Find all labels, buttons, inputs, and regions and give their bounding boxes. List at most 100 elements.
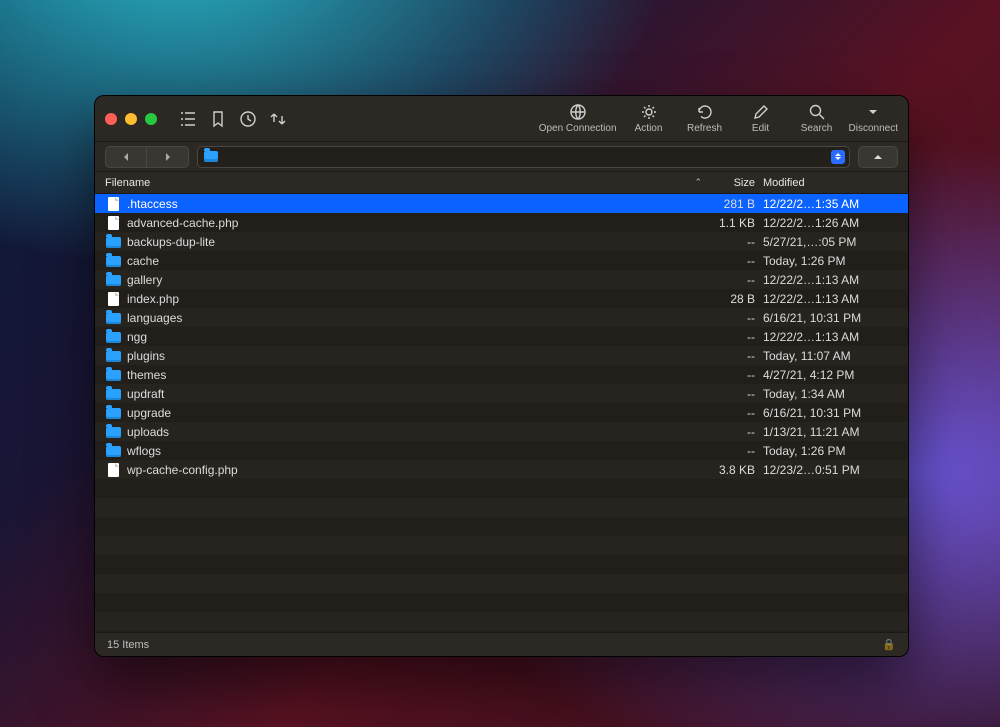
empty-row xyxy=(95,612,908,631)
file-name: languages xyxy=(127,311,708,325)
file-icon xyxy=(105,215,121,231)
folder-icon xyxy=(105,348,121,364)
window-controls xyxy=(105,113,157,125)
file-size: -- xyxy=(708,330,763,344)
table-row[interactable]: advanced-cache.php1.1 KB12/22/2…1:26 AM xyxy=(95,213,908,232)
size-header-label: Size xyxy=(734,177,755,189)
file-modified: 12/22/2…1:26 AM xyxy=(763,216,898,230)
open-connection-label: Open Connection xyxy=(539,123,617,134)
file-modified: 12/22/2…1:13 AM xyxy=(763,292,898,306)
file-name: cache xyxy=(127,254,708,268)
file-modified: 4/27/21, 4:12 PM xyxy=(763,368,898,382)
file-list[interactable]: .htaccess281 B12/22/2…1:35 AMadvanced-ca… xyxy=(95,194,908,632)
table-row[interactable]: ngg--12/22/2…1:13 AM xyxy=(95,327,908,346)
file-name: updraft xyxy=(127,387,708,401)
table-row[interactable]: .htaccess281 B12/22/2…1:35 AM xyxy=(95,194,908,213)
file-modified: 1/13/21, 11:21 AM xyxy=(763,425,898,439)
file-size: 3.8 KB xyxy=(708,463,763,477)
folder-icon xyxy=(105,310,121,326)
left-tool-icons xyxy=(179,110,287,128)
edit-button[interactable]: Edit xyxy=(737,103,785,134)
file-name: plugins xyxy=(127,349,708,363)
sort-ascending-icon: ⌃ xyxy=(694,177,708,188)
table-row[interactable]: gallery--12/22/2…1:13 AM xyxy=(95,270,908,289)
path-bar xyxy=(95,142,908,172)
path-dropdown-stepper[interactable] xyxy=(831,150,845,164)
status-bar: 15 Items 🔒 xyxy=(95,632,908,656)
edit-label: Edit xyxy=(752,123,769,134)
file-name: uploads xyxy=(127,425,708,439)
table-row[interactable]: themes--4/27/21, 4:12 PM xyxy=(95,365,908,384)
forward-button[interactable] xyxy=(147,146,189,168)
search-button[interactable]: Search xyxy=(793,103,841,134)
table-row[interactable]: cache--Today, 1:26 PM xyxy=(95,251,908,270)
file-name: advanced-cache.php xyxy=(127,216,708,230)
empty-row xyxy=(95,555,908,574)
file-modified: 5/27/21,…:05 PM xyxy=(763,235,898,249)
file-modified: Today, 1:34 AM xyxy=(763,387,898,401)
close-window-button[interactable] xyxy=(105,113,117,125)
folder-icon xyxy=(105,272,121,288)
table-row[interactable]: wp-cache-config.php3.8 KB12/23/2…0:51 PM xyxy=(95,460,908,479)
size-column-header[interactable]: Size xyxy=(708,177,763,189)
table-row[interactable]: index.php28 B12/22/2…1:13 AM xyxy=(95,289,908,308)
go-up-button[interactable] xyxy=(858,146,898,168)
table-row[interactable]: upgrade--6/16/21, 10:31 PM xyxy=(95,403,908,422)
empty-row xyxy=(95,593,908,612)
empty-row xyxy=(95,536,908,555)
table-row[interactable]: uploads--1/13/21, 11:21 AM xyxy=(95,422,908,441)
transfers-icon[interactable] xyxy=(269,110,287,128)
outline-view-icon[interactable] xyxy=(179,110,197,128)
file-name: upgrade xyxy=(127,406,708,420)
lock-icon: 🔒 xyxy=(882,638,896,651)
minimize-window-button[interactable] xyxy=(125,113,137,125)
file-modified: Today, 1:26 PM xyxy=(763,254,898,268)
empty-row xyxy=(95,574,908,593)
file-size: 1.1 KB xyxy=(708,216,763,230)
filename-column-header[interactable]: Filename ⌃ xyxy=(105,177,708,189)
file-modified: 12/22/2…1:13 AM xyxy=(763,273,898,287)
table-row[interactable]: plugins--Today, 11:07 AM xyxy=(95,346,908,365)
folder-icon xyxy=(105,329,121,345)
file-size: -- xyxy=(708,273,763,287)
empty-row xyxy=(95,498,908,517)
folder-icon xyxy=(105,405,121,421)
folder-icon xyxy=(105,424,121,440)
path-field[interactable] xyxy=(197,146,850,168)
empty-row xyxy=(95,517,908,536)
file-modified: Today, 1:26 PM xyxy=(763,444,898,458)
file-size: -- xyxy=(708,349,763,363)
nav-history-segment xyxy=(105,146,189,168)
disconnect-label: Disconnect xyxy=(849,123,898,134)
refresh-label: Refresh xyxy=(687,123,722,134)
file-name: ngg xyxy=(127,330,708,344)
table-row[interactable]: wflogs--Today, 1:26 PM xyxy=(95,441,908,460)
history-icon[interactable] xyxy=(239,110,257,128)
bookmarks-icon[interactable] xyxy=(209,110,227,128)
file-size: -- xyxy=(708,425,763,439)
search-label: Search xyxy=(801,123,833,134)
file-icon xyxy=(105,196,121,212)
folder-icon xyxy=(105,443,121,459)
filename-header-label: Filename xyxy=(105,177,150,189)
modified-column-header[interactable]: Modified xyxy=(763,177,898,189)
table-row[interactable]: backups-dup-lite--5/27/21,…:05 PM xyxy=(95,232,908,251)
file-modified: 12/22/2…1:35 AM xyxy=(763,197,898,211)
zoom-window-button[interactable] xyxy=(145,113,157,125)
file-name: wp-cache-config.php xyxy=(127,463,708,477)
action-button[interactable]: Action xyxy=(625,103,673,134)
table-row[interactable]: updraft--Today, 1:34 AM xyxy=(95,384,908,403)
file-name: backups-dup-lite xyxy=(127,235,708,249)
disconnect-button[interactable]: Disconnect xyxy=(849,103,898,134)
back-button[interactable] xyxy=(105,146,147,168)
open-connection-button[interactable]: Open Connection xyxy=(539,103,617,134)
file-modified: 12/22/2…1:13 AM xyxy=(763,330,898,344)
table-row[interactable]: languages--6/16/21, 10:31 PM xyxy=(95,308,908,327)
file-modified: Today, 11:07 AM xyxy=(763,349,898,363)
refresh-button[interactable]: Refresh xyxy=(681,103,729,134)
main-toolbar: Open Connection Action Refresh Edit Sear… xyxy=(95,96,908,142)
empty-row xyxy=(95,479,908,498)
file-size: -- xyxy=(708,406,763,420)
file-size: 28 B xyxy=(708,292,763,306)
file-icon xyxy=(105,291,121,307)
